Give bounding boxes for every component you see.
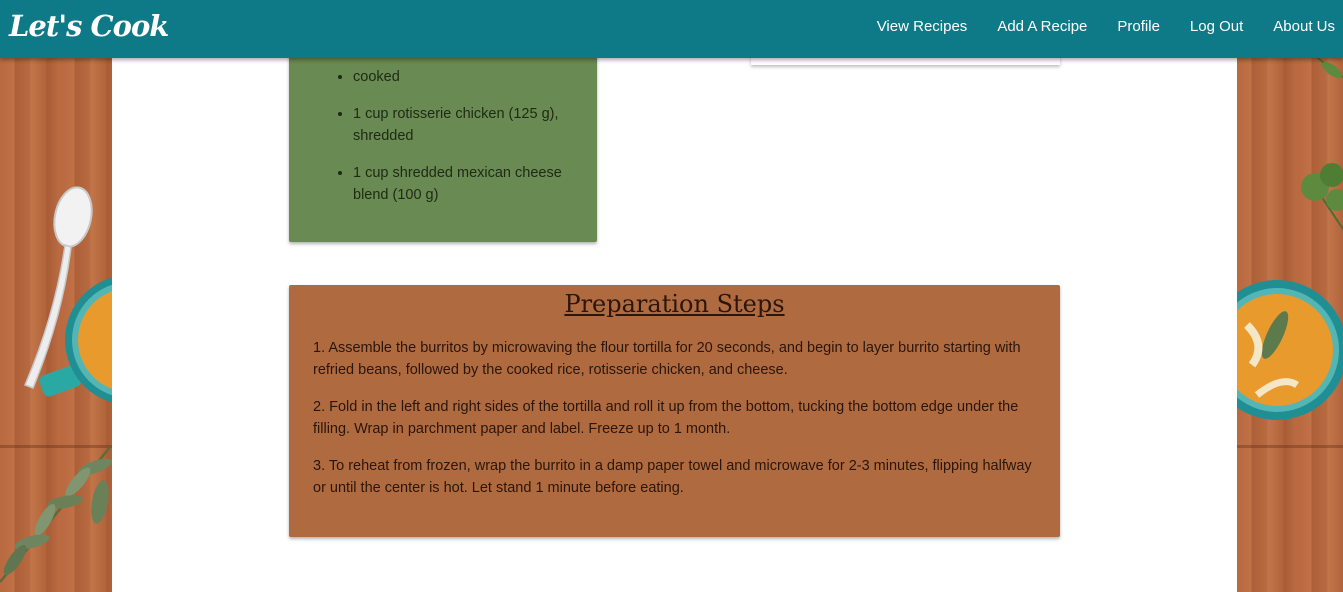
nav-about-us[interactable]: About Us <box>1273 18 1335 35</box>
soup-bowl-illustration <box>1237 280 1343 420</box>
spoon-illustration <box>24 186 93 389</box>
background-wood-left <box>0 0 112 592</box>
background-wood-right <box>1237 0 1343 592</box>
nav-view-recipes[interactable]: View Recipes <box>877 18 968 35</box>
preparation-steps-list: 1. Assemble the burritos by microwaving … <box>313 337 1032 514</box>
main-content: cooked 1 cup rotisserie chicken (125 g),… <box>112 0 1237 592</box>
navbar: Let's Cook View Recipes Add A Recipe Pro… <box>0 0 1343 58</box>
ingredients-card: cooked 1 cup rotisserie chicken (125 g),… <box>289 30 597 242</box>
preparation-step: 3. To reheat from frozen, wrap the burri… <box>313 458 1032 496</box>
nav-profile[interactable]: Profile <box>1117 18 1160 35</box>
ingredient-item: cooked <box>353 66 577 88</box>
ingredients-list: cooked 1 cup rotisserie chicken (125 g),… <box>289 44 577 221</box>
nav-add-recipe[interactable]: Add A Recipe <box>997 18 1087 35</box>
ingredient-item: 1 cup shredded mexican cheese blend (100… <box>353 162 577 206</box>
parsley-illustration <box>1301 163 1343 231</box>
preparation-steps-card: Preparation Steps 1. Assemble the burrit… <box>289 285 1060 537</box>
preparation-step: 2. Fold in the left and right sides of t… <box>313 399 1019 437</box>
nav-links: View Recipes Add A Recipe Profile Log Ou… <box>847 18 1335 35</box>
brand-logo[interactable]: Let's Cook <box>9 9 169 43</box>
preparation-step: 1. Assemble the burritos by microwaving … <box>313 340 1021 378</box>
herb-branch-illustration <box>0 446 112 583</box>
ingredient-item: 1 cup rotisserie chicken (125 g), shredd… <box>353 103 577 147</box>
preparation-title: Preparation Steps <box>564 290 785 318</box>
herb-sprig-illustration <box>1307 50 1343 79</box>
nav-log-out[interactable]: Log Out <box>1190 18 1243 35</box>
